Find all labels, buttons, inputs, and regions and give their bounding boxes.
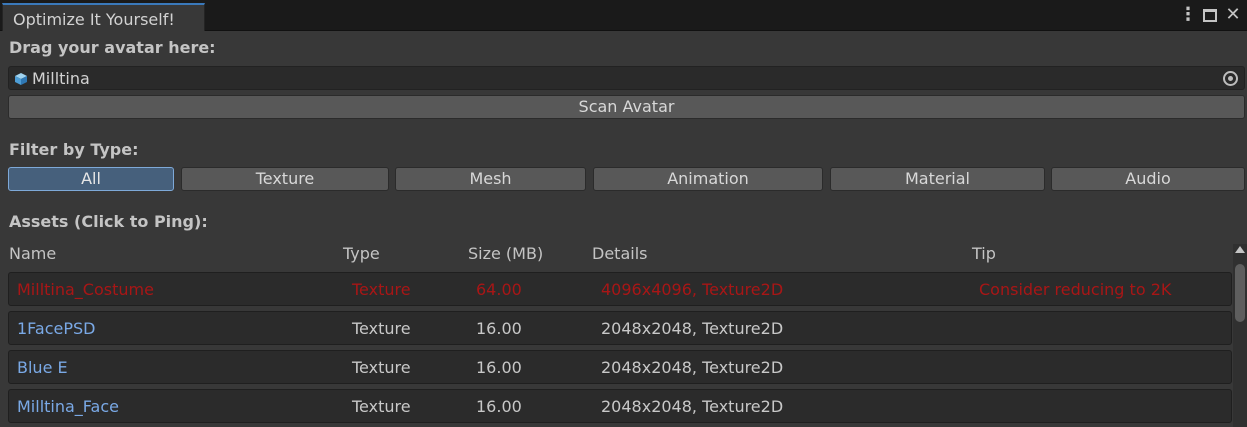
filter-mesh-label: Mesh bbox=[469, 169, 512, 188]
window-content: Drag your avatar here: Milltina Scan Ava… bbox=[0, 31, 1247, 427]
filter-animation-label: Animation bbox=[667, 169, 749, 188]
tab-optimize-it-yourself[interactable]: Optimize It Yourself! bbox=[2, 3, 205, 31]
table-row[interactable]: Blue E Texture 16.00 2048x2048, Texture2… bbox=[8, 350, 1232, 384]
kebab-menu-icon[interactable]: ⋮ bbox=[1179, 4, 1197, 26]
asset-details: 2048x2048, Texture2D bbox=[601, 358, 784, 377]
table-row[interactable]: Milltina_Face Texture 16.00 2048x2048, T… bbox=[8, 389, 1232, 423]
asset-name[interactable]: Milltina_Face bbox=[17, 397, 119, 416]
asset-size: 16.00 bbox=[476, 358, 522, 377]
asset-name[interactable]: 1FacePSD bbox=[17, 319, 95, 338]
scan-avatar-button[interactable]: Scan Avatar bbox=[8, 95, 1245, 119]
window-controls: ⋮ ✕ bbox=[1179, 4, 1241, 26]
asset-type: Texture bbox=[352, 358, 411, 377]
assets-scrollbar[interactable] bbox=[1233, 244, 1247, 427]
asset-type: Texture bbox=[352, 319, 411, 338]
filter-texture-button[interactable]: Texture bbox=[181, 167, 389, 191]
asset-details: 2048x2048, Texture2D bbox=[601, 319, 784, 338]
column-header-size: Size (MB) bbox=[468, 244, 544, 263]
scan-avatar-label: Scan Avatar bbox=[578, 97, 675, 116]
filter-mesh-button[interactable]: Mesh bbox=[395, 167, 586, 191]
filter-all-button[interactable]: All bbox=[8, 167, 174, 191]
filter-material-label: Material bbox=[905, 169, 970, 188]
asset-size: 16.00 bbox=[476, 397, 522, 416]
filter-texture-label: Texture bbox=[255, 169, 315, 188]
asset-details: 4096x4096, Texture2D bbox=[601, 280, 784, 299]
asset-type: Texture bbox=[352, 397, 411, 416]
asset-size: 16.00 bbox=[476, 319, 522, 338]
cube-icon bbox=[15, 73, 27, 85]
asset-details: 2048x2048, Texture2D bbox=[601, 397, 784, 416]
column-header-details: Details bbox=[592, 244, 648, 263]
column-header-tip: Tip bbox=[972, 244, 996, 263]
object-picker-icon[interactable] bbox=[1223, 71, 1238, 86]
window-tab-bar: Optimize It Yourself! ⋮ ✕ bbox=[0, 0, 1247, 31]
filter-material-button[interactable]: Material bbox=[830, 167, 1045, 191]
filter-animation-button[interactable]: Animation bbox=[593, 167, 823, 191]
avatar-object-field[interactable]: Milltina bbox=[8, 66, 1245, 90]
assets-label: Assets (Click to Ping): bbox=[9, 212, 208, 231]
filter-audio-button[interactable]: Audio bbox=[1051, 167, 1245, 191]
filter-by-type-label: Filter by Type: bbox=[9, 140, 139, 159]
avatar-field-value: Milltina bbox=[32, 69, 90, 88]
asset-type: Texture bbox=[352, 280, 411, 299]
asset-tip: Consider reducing to 2K bbox=[979, 280, 1172, 299]
column-header-name: Name bbox=[9, 244, 57, 263]
scrollbar-thumb[interactable] bbox=[1235, 264, 1245, 322]
close-icon[interactable]: ✕ bbox=[1225, 4, 1241, 26]
column-header-type: Type bbox=[343, 244, 380, 263]
asset-size: 64.00 bbox=[476, 280, 522, 299]
tab-title: Optimize It Yourself! bbox=[13, 10, 175, 29]
filter-all-label: All bbox=[81, 169, 101, 188]
table-row[interactable]: Milltina_Costume Texture 64.00 4096x4096… bbox=[8, 272, 1232, 306]
maximize-icon[interactable] bbox=[1203, 8, 1217, 22]
filter-audio-label: Audio bbox=[1125, 169, 1171, 188]
table-row[interactable]: 1FacePSD Texture 16.00 2048x2048, Textur… bbox=[8, 311, 1232, 345]
drag-avatar-label: Drag your avatar here: bbox=[9, 38, 216, 57]
asset-name[interactable]: Milltina_Costume bbox=[17, 280, 154, 299]
scroll-up-arrow-icon[interactable] bbox=[1235, 246, 1245, 253]
asset-name[interactable]: Blue E bbox=[17, 358, 68, 377]
